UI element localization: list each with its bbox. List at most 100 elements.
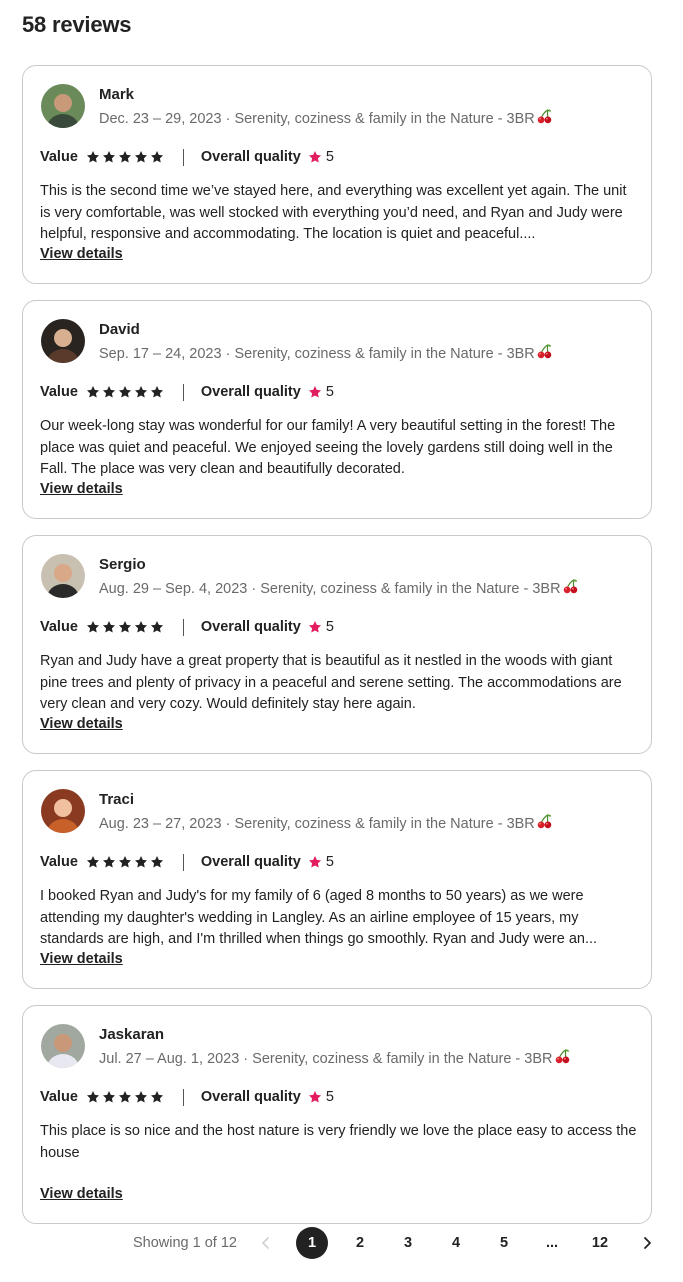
review-meta: Aug. 23 – 27, 2023 · Serenity, coziness … (99, 813, 553, 832)
star-icon (118, 856, 131, 868)
divider (182, 383, 184, 401)
quality-score: 5 (325, 1089, 334, 1105)
star-icon (308, 856, 321, 868)
quality-score: 5 (325, 149, 334, 165)
review-card: David Sep. 17 – 24, 2023 · Serenity, cozi… (22, 300, 652, 519)
listing-name: Serenity, coziness & family in the Natur… (234, 111, 535, 127)
listing-name: Serenity, coziness & family in the Natur… (252, 1051, 553, 1067)
value-label: Value (40, 384, 78, 400)
cherry-icon (537, 814, 552, 829)
star-icon (102, 1091, 115, 1103)
review-text: Ryan and Judy have a great property that… (40, 653, 622, 712)
value-label: Value (40, 149, 78, 165)
value-label: Value (40, 854, 78, 870)
review-meta: Jul. 27 – Aug. 1, 2023 · Serenity, cozin… (99, 1048, 571, 1067)
divider (182, 1088, 184, 1106)
meta-separator: · (221, 816, 235, 832)
quality-score: 5 (325, 854, 334, 870)
cherry-icon (537, 109, 552, 124)
star-icon (86, 386, 99, 398)
star-icon (86, 856, 99, 868)
cherry-icon (563, 579, 577, 594)
value-label: Value (40, 619, 78, 635)
star-icon (102, 151, 115, 163)
ratings-row: Value Overall quality 5 (40, 383, 334, 401)
star-icon (308, 386, 321, 398)
view-details-link[interactable]: View details (40, 716, 123, 732)
quality-score: 5 (325, 384, 334, 400)
stay-dates: Sep. 17 – 24, 2023 (99, 346, 222, 362)
view-details-link[interactable]: View details (40, 951, 123, 967)
view-details-link[interactable]: View details (40, 246, 123, 262)
page-button[interactable]: 12 (584, 1227, 616, 1259)
value-stars (86, 620, 164, 634)
ratings-row: Value Overall quality 5 (40, 618, 334, 636)
star-icon (86, 151, 99, 163)
star-icon (102, 856, 115, 868)
star-icon (86, 621, 99, 633)
listing-name: Serenity, coziness & family in the Natur… (234, 346, 535, 362)
star-icon (308, 1091, 321, 1103)
avatar[interactable] (41, 319, 85, 363)
page-button[interactable]: 5 (488, 1227, 520, 1259)
star-icon (150, 856, 163, 868)
chevron-right-icon[interactable] (639, 1235, 655, 1251)
reviewer-name: David (99, 321, 140, 338)
pagination: Showing 1 of 12 1 2 3 4 5... 12 (0, 1226, 683, 1260)
reviews-heading: 58 reviews (22, 12, 132, 37)
pagination-status: Showing 1 of 12 (133, 1235, 237, 1251)
quality-label: Overall quality (200, 384, 301, 400)
meta-separator: · (221, 111, 235, 127)
star-icon (102, 621, 115, 633)
value-stars (86, 150, 164, 164)
star-icon (150, 621, 163, 633)
value-stars (86, 385, 164, 399)
stay-dates: Jul. 27 – Aug. 1, 2023 (99, 1051, 240, 1067)
star-icon (86, 1091, 99, 1103)
quality-label: Overall quality (200, 619, 301, 635)
reviewer-name: Jaskaran (99, 1026, 165, 1043)
value-stars (86, 1090, 164, 1104)
page-button[interactable]: 4 (440, 1227, 472, 1259)
value-label: Value (40, 1089, 78, 1105)
review-card: Mark Dec. 23 – 29, 2023 · Serenity, cozin… (22, 65, 652, 284)
star-icon (134, 1091, 147, 1103)
page-button[interactable]: 1 (296, 1227, 328, 1259)
divider (182, 853, 184, 871)
star-icon (134, 151, 147, 163)
star-icon (150, 386, 163, 398)
avatar[interactable] (41, 789, 85, 833)
review-text: I booked Ryan and Judy's for my family o… (40, 888, 598, 947)
meta-separator: · (247, 581, 261, 597)
listing-name: Serenity, coziness & family in the Natur… (260, 581, 561, 597)
ratings-row: Value Overall quality 5 (40, 148, 334, 166)
page-button[interactable]: 3 (392, 1227, 424, 1259)
cherry-icon (537, 344, 552, 359)
divider (182, 148, 184, 166)
review-card: Sergio Aug. 29 – Sep. 4, 2023 · Serenity,… (22, 535, 652, 754)
ratings-row: Value Overall quality 5 (40, 853, 334, 871)
stay-dates: Aug. 29 – Sep. 4, 2023 (99, 581, 248, 597)
star-icon (118, 1091, 131, 1103)
stay-dates: Aug. 23 – 27, 2023 (99, 816, 222, 832)
value-stars (86, 855, 164, 869)
meta-separator: · (221, 346, 235, 362)
star-icon (308, 151, 321, 163)
star-icon (150, 1091, 163, 1103)
meta-separator: · (239, 1051, 253, 1067)
review-text: This is the second time we’ve stayed her… (40, 183, 627, 242)
star-icon (308, 621, 321, 633)
avatar[interactable] (41, 84, 85, 128)
stay-dates: Dec. 23 – 29, 2023 (99, 111, 222, 127)
avatar[interactable] (41, 554, 85, 598)
divider (182, 618, 184, 636)
review-text: This place is so nice and the host natur… (40, 1123, 637, 1161)
avatar[interactable] (41, 1024, 85, 1068)
listing-name: Serenity, coziness & family in the Natur… (234, 816, 535, 832)
page-button[interactable]: 2 (344, 1227, 376, 1259)
review-card: Jaskaran Jul. 27 – Aug. 1, 2023 · Serenit… (22, 1005, 652, 1224)
star-icon (134, 386, 147, 398)
view-details-link[interactable]: View details (40, 1186, 123, 1202)
chevron-left-icon[interactable] (258, 1235, 274, 1251)
view-details-link[interactable]: View details (40, 481, 123, 497)
